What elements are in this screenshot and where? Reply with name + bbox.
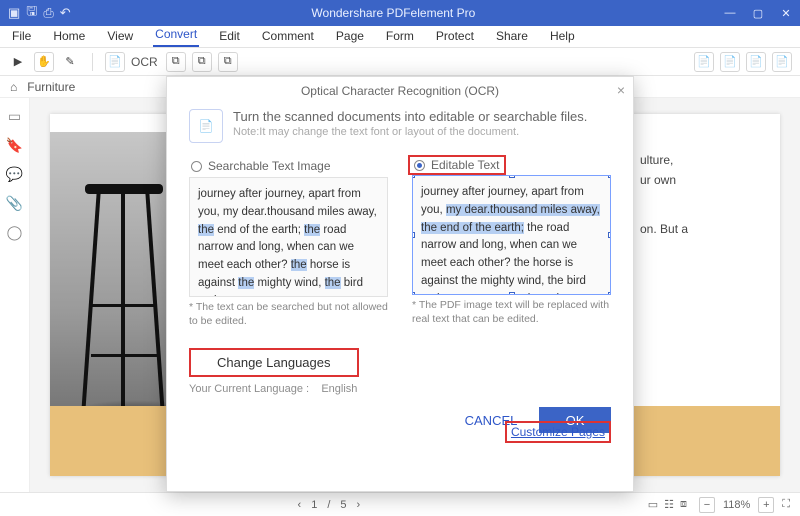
zoom-value: 118% <box>723 499 750 511</box>
ocr-label: OCR <box>131 55 158 69</box>
view-continuous-icon[interactable]: ☷ <box>664 498 674 511</box>
dialog-note: Note:It may change the text font or layo… <box>233 126 611 138</box>
arrow-tool-icon[interactable]: ▶ <box>8 52 28 72</box>
search-panel-icon[interactable]: ◯ <box>7 224 23 241</box>
view-single-icon[interactable]: ▭ <box>648 498 658 511</box>
menu-view[interactable]: View <box>105 26 135 47</box>
fit-page-icon[interactable]: ⛶ <box>782 498 790 511</box>
change-languages-button[interactable]: Change Languages <box>195 351 353 374</box>
radio-searchable[interactable]: Searchable Text Image <box>189 155 388 177</box>
statusbar: ‹ 1 / 5 › ▭ ☷ ⧈ − 118% + ⛶ <box>0 492 800 516</box>
maximize-button[interactable]: ▢ <box>744 0 772 26</box>
app-title: Wondershare PDFelement Pro <box>71 6 716 20</box>
stool-illustration <box>85 184 165 424</box>
preview-editable: journey after journey, apart from you, m… <box>412 175 611 295</box>
preview-searchable: journey after journey, apart from you, m… <box>189 177 388 297</box>
radio-icon <box>191 161 202 172</box>
edit-tool-icon[interactable]: ✎ <box>60 52 80 72</box>
page-prev-icon[interactable]: ‹ <box>298 499 302 511</box>
caption-searchable: * The text can be searched but not allow… <box>189 301 388 328</box>
page-total: 5 <box>340 499 346 511</box>
current-language-value: English <box>321 383 357 395</box>
hand-tool-icon[interactable]: ✋ <box>34 52 54 72</box>
menu-convert[interactable]: Convert <box>153 24 199 47</box>
save-icon[interactable]: 🖫 <box>26 2 37 24</box>
radio-editable[interactable]: Editable Text <box>414 158 500 172</box>
option-searchable: Searchable Text Image journey after jour… <box>189 155 388 328</box>
export-option-2-icon[interactable]: 📄 <box>720 52 740 72</box>
attachment-panel-icon[interactable]: 📎 <box>6 195 23 212</box>
dialog-close-icon[interactable]: × <box>617 82 625 98</box>
close-button[interactable]: ✕ <box>772 0 800 26</box>
bookmark-panel-icon[interactable]: 🔖 <box>6 137 23 154</box>
menu-protect[interactable]: Protect <box>434 26 476 47</box>
radio-icon <box>414 160 425 171</box>
radio-searchable-label: Searchable Text Image <box>208 159 331 173</box>
view-two-page-icon[interactable]: ⧈ <box>680 498 687 511</box>
titlebar: ▣ 🖫 ⎙ ↶ Wondershare PDFelement Pro — ▢ ✕ <box>0 0 800 26</box>
export-option-1-icon[interactable]: 📄 <box>694 52 714 72</box>
ocr-button[interactable]: 📄 <box>105 52 125 72</box>
convert-option-3-icon[interactable]: ⧉ <box>218 52 238 72</box>
menu-file[interactable]: File <box>10 26 33 47</box>
caption-editable: * The PDF image text will be replaced wi… <box>412 299 611 326</box>
print-icon[interactable]: ⎙ <box>43 5 53 21</box>
dialog-title: Optical Character Recognition (OCR) <box>167 77 633 105</box>
home-icon[interactable]: ⌂ <box>10 80 17 94</box>
menubar: File Home View Convert Edit Comment Page… <box>0 26 800 48</box>
quick-access-icons: ▣ 🖫 ⎙ ↶ <box>0 2 71 24</box>
zoom-out-button[interactable]: − <box>699 497 715 513</box>
current-language-label: Your Current Language : <box>189 383 309 395</box>
menu-page[interactable]: Page <box>334 26 366 47</box>
convert-option-2-icon[interactable]: ⧉ <box>192 52 212 72</box>
zoom-in-button[interactable]: + <box>758 497 774 513</box>
convert-option-1-icon[interactable]: ⧉ <box>166 52 186 72</box>
thumbnail-panel-icon[interactable]: ▭ <box>8 108 21 125</box>
page-current: 1 <box>311 499 317 511</box>
convert-toolbar: ▶ ✋ ✎ 📄 OCR ⧉ ⧉ ⧉ 📄 📄 📄 📄 <box>0 48 800 76</box>
dialog-headline: Turn the scanned documents into editable… <box>233 109 611 124</box>
page-separator: / <box>327 499 330 511</box>
export-option-3-icon[interactable]: 📄 <box>746 52 766 72</box>
menu-share[interactable]: Share <box>494 26 530 47</box>
menu-form[interactable]: Form <box>384 26 416 47</box>
comment-panel-icon[interactable]: 💬 <box>6 166 23 183</box>
current-language-row: Your Current Language : English <box>189 383 611 395</box>
page-indicator: ‹ 1 / 5 › <box>298 499 361 511</box>
breadcrumb-path[interactable]: Furniture <box>27 80 75 94</box>
app-logo-icon: ▣ <box>8 5 20 21</box>
page-next-icon[interactable]: › <box>357 499 361 511</box>
menu-home[interactable]: Home <box>51 26 87 47</box>
customize-pages-link[interactable]: Customize Pages <box>511 425 605 439</box>
undo-icon[interactable]: ↶ <box>60 5 71 21</box>
minimize-button[interactable]: — <box>716 0 744 26</box>
radio-editable-label: Editable Text <box>431 158 500 172</box>
dialog-hero-icon: 📄 <box>189 109 223 143</box>
page-text-fragment: ulture, ur own on. But a <box>640 150 760 239</box>
ocr-dialog: Optical Character Recognition (OCR) × 📄 … <box>166 76 634 492</box>
option-editable: Editable Text journey after journey, apa… <box>412 155 611 328</box>
side-tool-strip: ▭ 🔖 💬 📎 ◯ <box>0 98 30 492</box>
menu-comment[interactable]: Comment <box>260 26 316 47</box>
export-option-4-icon[interactable]: 📄 <box>772 52 792 72</box>
menu-help[interactable]: Help <box>548 26 577 47</box>
menu-edit[interactable]: Edit <box>217 26 242 47</box>
